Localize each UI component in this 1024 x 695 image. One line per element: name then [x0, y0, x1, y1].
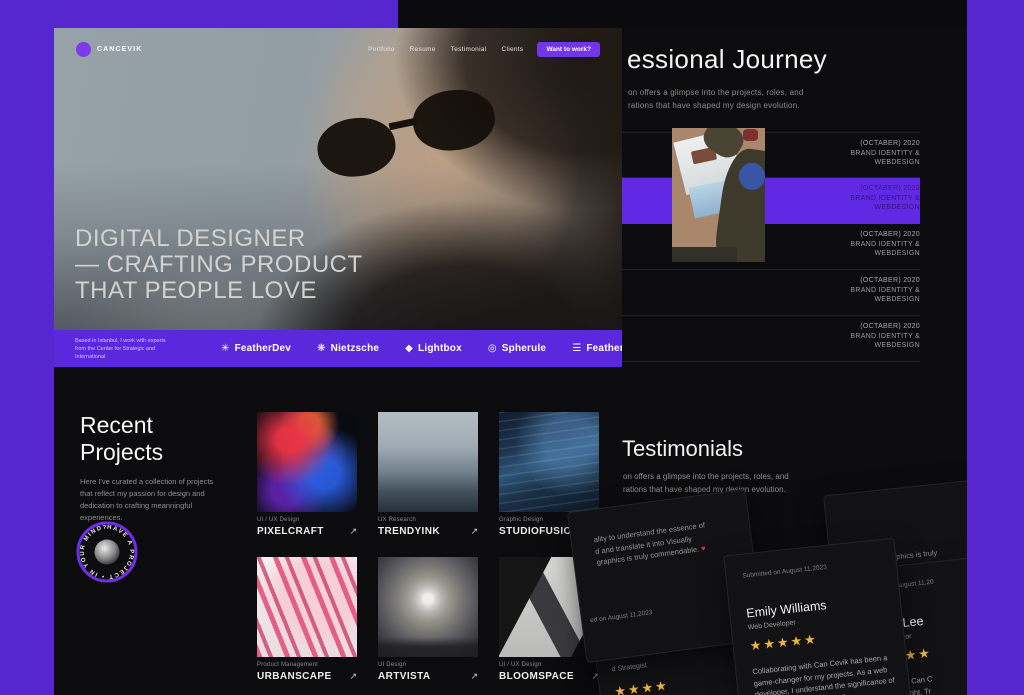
project-title: BLOOMSPACE [499, 671, 574, 682]
project-card-trendyink[interactable]: UX Research TRENDYINK ↗ [378, 412, 478, 537]
project-card-artvista[interactable]: UI Design ARTVISTA ↗ [378, 557, 478, 682]
submitted-date: Submitted on August 11,2023 [742, 563, 828, 580]
timeline-row[interactable]: (OCTABER) 2020 BRAND IDENTITY & WEBDESIG… [622, 316, 920, 362]
journey-title: essional Journey [627, 44, 827, 74]
recent-projects-title: Recent Projects [80, 412, 164, 465]
project-category: Product Management [257, 662, 318, 668]
journey-timeline: (OCTABER) 2020 BRAND IDENTITY & WEBDESIG… [622, 132, 920, 362]
timeline-row[interactable]: (OCTABER) 2020 BRAND IDENTITY & WEBDESIG… [622, 270, 920, 316]
nav-resume[interactable]: Resume [410, 46, 436, 53]
project-title: TRENDYINK [378, 526, 440, 537]
project-thumbnail [257, 412, 357, 512]
brand-name: CANCEVIK [97, 45, 143, 53]
timeline-row[interactable]: (OCTABER) 2020 BRAND IDENTITY & WEBDESIG… [622, 224, 920, 270]
nav-testimonial[interactable]: Testimonial [451, 46, 487, 53]
nav-links: Portfolio Resume Testimonial Clients [368, 46, 523, 53]
brand-logo-icon [76, 41, 91, 57]
arrow-icon[interactable]: ↗ [470, 526, 478, 537]
frame-top [0, 0, 398, 28]
location-note: Based in Istanbul, I work with experts f… [75, 337, 166, 360]
journey-subtitle-line2: rations that have shaped my design evolu… [628, 101, 800, 110]
frame-left [0, 0, 54, 695]
logo-nietzsche: ❋ Nietzsche [317, 343, 380, 354]
logo-featherdev: ✳ FeatherDev [221, 343, 292, 354]
project-title: PIXELCRAFT [257, 526, 324, 537]
heart-icon: ♥ [700, 543, 707, 554]
testimonials-subtitle-line2: rations that have shaped my design evolu… [623, 485, 786, 494]
timeline-date: (OCTABER) 2020 [860, 277, 920, 284]
project-thumbnail [378, 557, 478, 657]
journey-photo [672, 128, 765, 262]
project-thumbnail [257, 557, 357, 657]
logo-spherule: ◎ Spherule [487, 343, 547, 354]
nav-portfolio[interactable]: Portfolio [368, 46, 395, 53]
timeline-date: (OCTABER) 2020 [860, 140, 920, 147]
timeline-row[interactable]: (OCTABER) 2020 BRAND IDENTITY & WEBDESIG… [622, 132, 920, 178]
feather-icon: ☰ [572, 343, 582, 354]
project-thumbnail [378, 412, 478, 512]
project-title: URBANSCAPE [257, 671, 332, 682]
testimonials-subtitle-line1: on offers a glimpse into the projects, r… [623, 472, 789, 481]
project-category: UI / UX Design [499, 662, 542, 668]
frame-right [967, 0, 1024, 695]
blue-cap [738, 162, 765, 190]
cup [742, 129, 758, 142]
timeline-date: (OCTABER) 2020 [860, 231, 920, 238]
arrow-icon[interactable]: ↗ [349, 671, 357, 682]
timeline-date: (OCTABER) 2020 [860, 185, 920, 192]
have-a-project-badge[interactable]: HAVE A PROJECT • IN YOUR MIND? • [73, 518, 141, 586]
submitted-date: ed on August 11,2023 [589, 609, 653, 625]
client-logos: ✳ FeatherDev ❋ Nietzsche ◆ Lightbox ◎ Sp… [221, 343, 622, 354]
hero-title: DIGITAL DESIGNER — CRAFTING PRODUCT THAT… [75, 225, 363, 304]
reviewer-name: Emily Williams [745, 598, 828, 621]
spherule-icon: ◎ [487, 343, 497, 354]
design-canvas: essional Journey on offers a glimpse int… [0, 0, 1024, 695]
want-to-work-button[interactable]: Want to work? [537, 41, 600, 57]
nav-clients[interactable]: Clients [501, 46, 523, 53]
timeline-date: (OCTABER) 2020 [860, 323, 920, 330]
testimonial-card-emily: Submitted on August 11,2023 Emily Willia… [723, 537, 919, 695]
star-rating: ★★★★★ [748, 631, 819, 654]
lightbox-icon: ◆ [405, 343, 414, 354]
project-category: UX Research [378, 517, 416, 523]
project-card-urbanscape[interactable]: Product Management URBANSCAPE ↗ [257, 557, 357, 682]
nietzsche-icon: ❋ [317, 343, 326, 354]
reviewer-role: Web Developer [747, 619, 797, 632]
timeline-row-highlighted[interactable]: (OCTABER) 2020 BRAND IDENTITY & WEBDESIG… [622, 178, 920, 224]
project-title: STUDIOFUSION [499, 526, 580, 537]
logo-feather: ☰ FeatherDev [572, 343, 622, 354]
reviewer-role: d Strategist [611, 662, 648, 674]
logo-lightbox: ◆ Lightbox [405, 343, 462, 354]
sphere-icon [94, 539, 120, 565]
project-category: UI Design [378, 662, 407, 668]
hero-section: CANCEVIK Portfolio Resume Testimonial Cl… [54, 28, 622, 330]
hero-navbar: CANCEVIK Portfolio Resume Testimonial Cl… [54, 38, 622, 60]
project-title: ARTVISTA [378, 671, 431, 682]
journey-subtitle-line1: on offers a glimpse into the projects, r… [628, 88, 804, 97]
project-card-pixelcraft[interactable]: UI / UX Design PIXELCRAFT ↗ [257, 412, 357, 537]
featherdev-icon: ✳ [221, 343, 230, 354]
project-thumbnail [499, 412, 599, 512]
arrow-icon[interactable]: ↗ [349, 526, 357, 537]
arrow-icon[interactable]: ↗ [470, 671, 478, 682]
testimonials-title: Testimonials [622, 436, 744, 461]
project-category: UI / UX Design [257, 517, 300, 523]
journey-page-backdrop [398, 0, 967, 30]
recent-projects-description: Here I've curated a collection of projec… [80, 477, 214, 522]
star-rating: ★★★★ [613, 677, 670, 695]
clients-logo-bar: Based in Istanbul, I work with experts f… [54, 330, 622, 367]
